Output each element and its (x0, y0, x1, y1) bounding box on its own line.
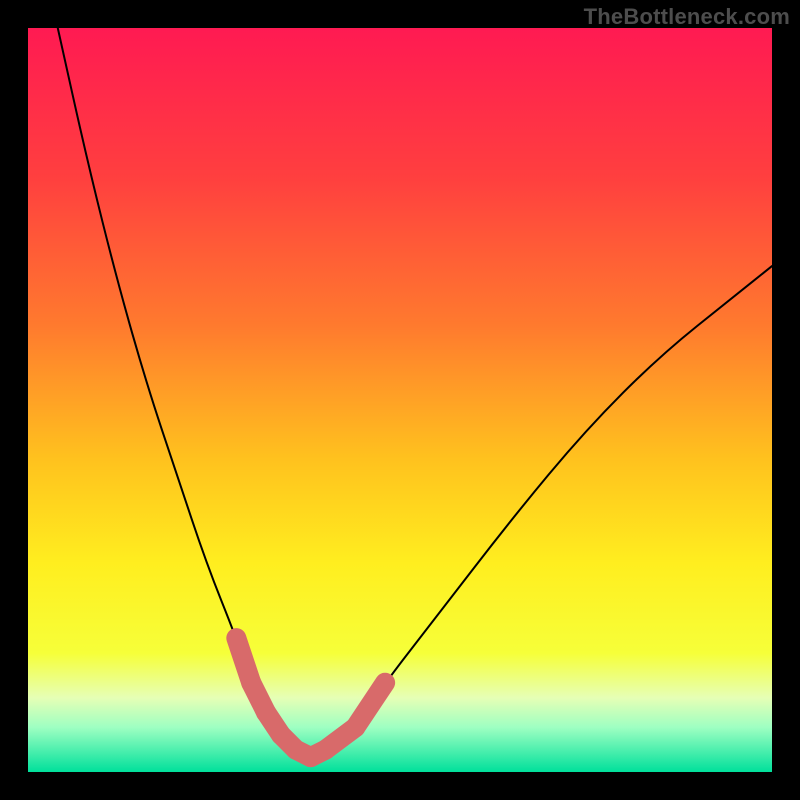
watermark-text: TheBottleneck.com (584, 4, 790, 30)
outer-frame: TheBottleneck.com (0, 0, 800, 800)
chart-svg (28, 28, 772, 772)
highlight-segments (236, 638, 385, 757)
bottleneck-curve (58, 28, 772, 755)
highlight-segment (355, 683, 385, 728)
